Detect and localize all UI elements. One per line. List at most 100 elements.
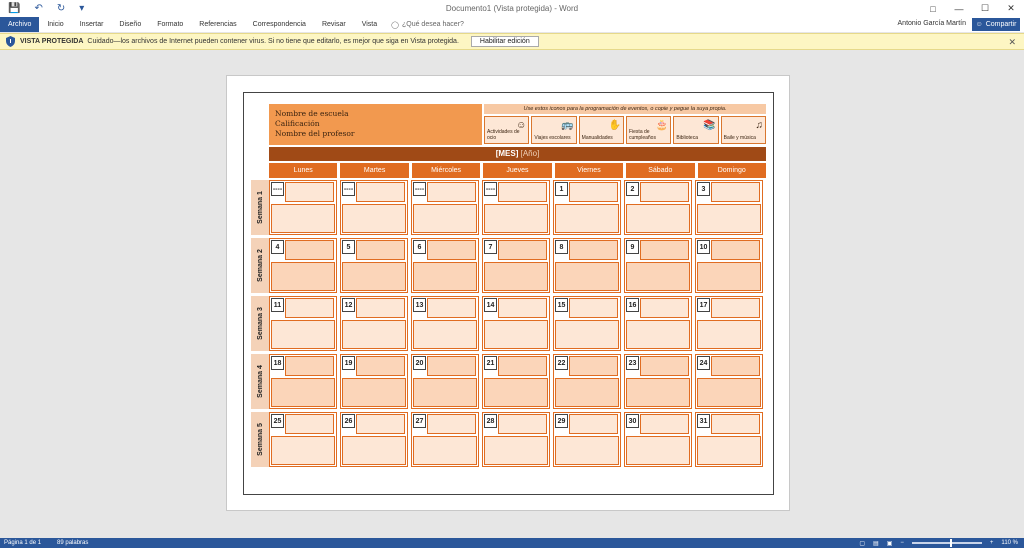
day-header-field[interactable] bbox=[640, 414, 689, 434]
zoom-level[interactable]: 110 % bbox=[1001, 540, 1018, 546]
day-notes-field[interactable] bbox=[626, 320, 690, 349]
day-notes-field[interactable] bbox=[555, 436, 619, 465]
day-notes-field[interactable] bbox=[413, 436, 477, 465]
day-cell[interactable]: 29 bbox=[553, 412, 621, 467]
day-notes-field[interactable] bbox=[626, 436, 690, 465]
day-header-field[interactable] bbox=[498, 356, 547, 376]
day-cell[interactable]: 6 bbox=[411, 238, 479, 293]
day-header-field[interactable] bbox=[427, 240, 476, 260]
day-cell[interactable]: 9 bbox=[624, 238, 692, 293]
close-icon[interactable]: ✕ bbox=[998, 0, 1024, 17]
day-header-field[interactable] bbox=[569, 356, 618, 376]
day-notes-field[interactable] bbox=[484, 320, 548, 349]
day-header-field[interactable] bbox=[427, 356, 476, 376]
day-header-field[interactable] bbox=[427, 182, 476, 202]
day-header-field[interactable] bbox=[427, 414, 476, 434]
day-header-field[interactable] bbox=[711, 182, 760, 202]
day-cell[interactable]: 3 bbox=[695, 180, 763, 235]
day-notes-field[interactable] bbox=[271, 262, 335, 291]
day-notes-field[interactable] bbox=[271, 204, 335, 233]
day-notes-field[interactable] bbox=[484, 378, 548, 407]
day-header-field[interactable] bbox=[569, 298, 618, 318]
day-header-field[interactable] bbox=[285, 414, 334, 434]
day-notes-field[interactable] bbox=[413, 262, 477, 291]
icon-library[interactable]: 📚 Biblioteca bbox=[673, 116, 719, 144]
day-cell[interactable]: 27 bbox=[411, 412, 479, 467]
day-notes-field[interactable] bbox=[697, 320, 761, 349]
day-header-field[interactable] bbox=[498, 298, 547, 318]
close-bar-icon[interactable]: ✕ bbox=[1008, 37, 1016, 48]
day-header-field[interactable] bbox=[498, 240, 547, 260]
day-notes-field[interactable] bbox=[413, 204, 477, 233]
day-cell[interactable]: 14 bbox=[482, 296, 550, 351]
day-notes-field[interactable] bbox=[555, 320, 619, 349]
day-notes-field[interactable] bbox=[697, 204, 761, 233]
day-notes-field[interactable] bbox=[626, 378, 690, 407]
day-header-field[interactable] bbox=[711, 414, 760, 434]
school-info-box[interactable]: Nombre de escuela Calificación Nombre de… bbox=[269, 104, 482, 145]
zoom-thumb[interactable] bbox=[949, 539, 952, 547]
minimize-icon[interactable]: — bbox=[946, 0, 972, 17]
tab-insertar[interactable]: Insertar bbox=[72, 17, 112, 32]
day-cell[interactable]: 15 bbox=[553, 296, 621, 351]
day-notes-field[interactable] bbox=[271, 436, 335, 465]
day-notes-field[interactable] bbox=[342, 320, 406, 349]
day-cell[interactable]: ---- bbox=[411, 180, 479, 235]
day-header-field[interactable] bbox=[569, 182, 618, 202]
day-cell[interactable]: 22 bbox=[553, 354, 621, 409]
day-notes-field[interactable] bbox=[626, 262, 690, 291]
icon-crafts[interactable]: ✋ Manualidades bbox=[578, 116, 624, 144]
day-cell[interactable]: 31 bbox=[695, 412, 763, 467]
day-cell[interactable]: 24 bbox=[695, 354, 763, 409]
icon-dance-music[interactable]: ♫ Baile y música bbox=[720, 116, 766, 144]
day-header-field[interactable] bbox=[356, 298, 405, 318]
month-year-bar[interactable]: [MES] [Año] bbox=[269, 147, 766, 161]
day-notes-field[interactable] bbox=[413, 320, 477, 349]
icon-leisure[interactable]: ☺ Actividades de ocio bbox=[484, 116, 530, 144]
tab-diseno[interactable]: Diseño bbox=[111, 17, 149, 32]
day-cell[interactable]: 8 bbox=[553, 238, 621, 293]
day-cell[interactable]: ---- bbox=[482, 180, 550, 235]
page-count[interactable]: Página 1 de 1 bbox=[4, 540, 41, 546]
day-cell[interactable]: 16 bbox=[624, 296, 692, 351]
read-mode-icon[interactable]: ▢ bbox=[859, 540, 865, 547]
day-notes-field[interactable] bbox=[342, 262, 406, 291]
tell-me-box[interactable]: ◯ ¿Qué desea hacer? bbox=[391, 21, 464, 29]
day-notes-field[interactable] bbox=[697, 436, 761, 465]
day-notes-field[interactable] bbox=[555, 262, 619, 291]
day-cell[interactable]: 5 bbox=[340, 238, 408, 293]
day-cell[interactable]: 1 bbox=[553, 180, 621, 235]
day-notes-field[interactable] bbox=[342, 204, 406, 233]
tab-revisar[interactable]: Revisar bbox=[314, 17, 354, 32]
day-notes-field[interactable] bbox=[413, 378, 477, 407]
day-cell[interactable]: 25 bbox=[269, 412, 337, 467]
zoom-slider[interactable] bbox=[911, 539, 982, 547]
day-notes-field[interactable] bbox=[271, 378, 335, 407]
day-cell[interactable]: 19 bbox=[340, 354, 408, 409]
day-cell[interactable]: 17 bbox=[695, 296, 763, 351]
enable-editing-button[interactable]: Habilitar edición bbox=[470, 36, 539, 47]
day-notes-field[interactable] bbox=[697, 378, 761, 407]
day-cell[interactable]: 30 bbox=[624, 412, 692, 467]
day-header-field[interactable] bbox=[285, 356, 334, 376]
day-header-field[interactable] bbox=[285, 240, 334, 260]
day-header-field[interactable] bbox=[640, 356, 689, 376]
day-notes-field[interactable] bbox=[342, 436, 406, 465]
day-cell[interactable]: 26 bbox=[340, 412, 408, 467]
day-cell[interactable]: 20 bbox=[411, 354, 479, 409]
ribbon-display-options-icon[interactable]: □ bbox=[920, 0, 946, 17]
document-page[interactable]: Nombre de escuela Calificación Nombre de… bbox=[226, 75, 790, 511]
day-cell[interactable]: ---- bbox=[269, 180, 337, 235]
day-cell[interactable]: 18 bbox=[269, 354, 337, 409]
day-header-field[interactable] bbox=[356, 414, 405, 434]
day-notes-field[interactable] bbox=[555, 378, 619, 407]
day-header-field[interactable] bbox=[285, 298, 334, 318]
tab-inicio[interactable]: Inicio bbox=[39, 17, 71, 32]
word-count[interactable]: 89 palabras bbox=[57, 540, 88, 546]
day-header-field[interactable] bbox=[356, 240, 405, 260]
day-header-field[interactable] bbox=[711, 240, 760, 260]
tab-vista[interactable]: Vista bbox=[354, 17, 385, 32]
day-notes-field[interactable] bbox=[271, 320, 335, 349]
zoom-in-icon[interactable]: + bbox=[990, 540, 994, 546]
user-name[interactable]: Antonio García Martín bbox=[898, 20, 966, 27]
